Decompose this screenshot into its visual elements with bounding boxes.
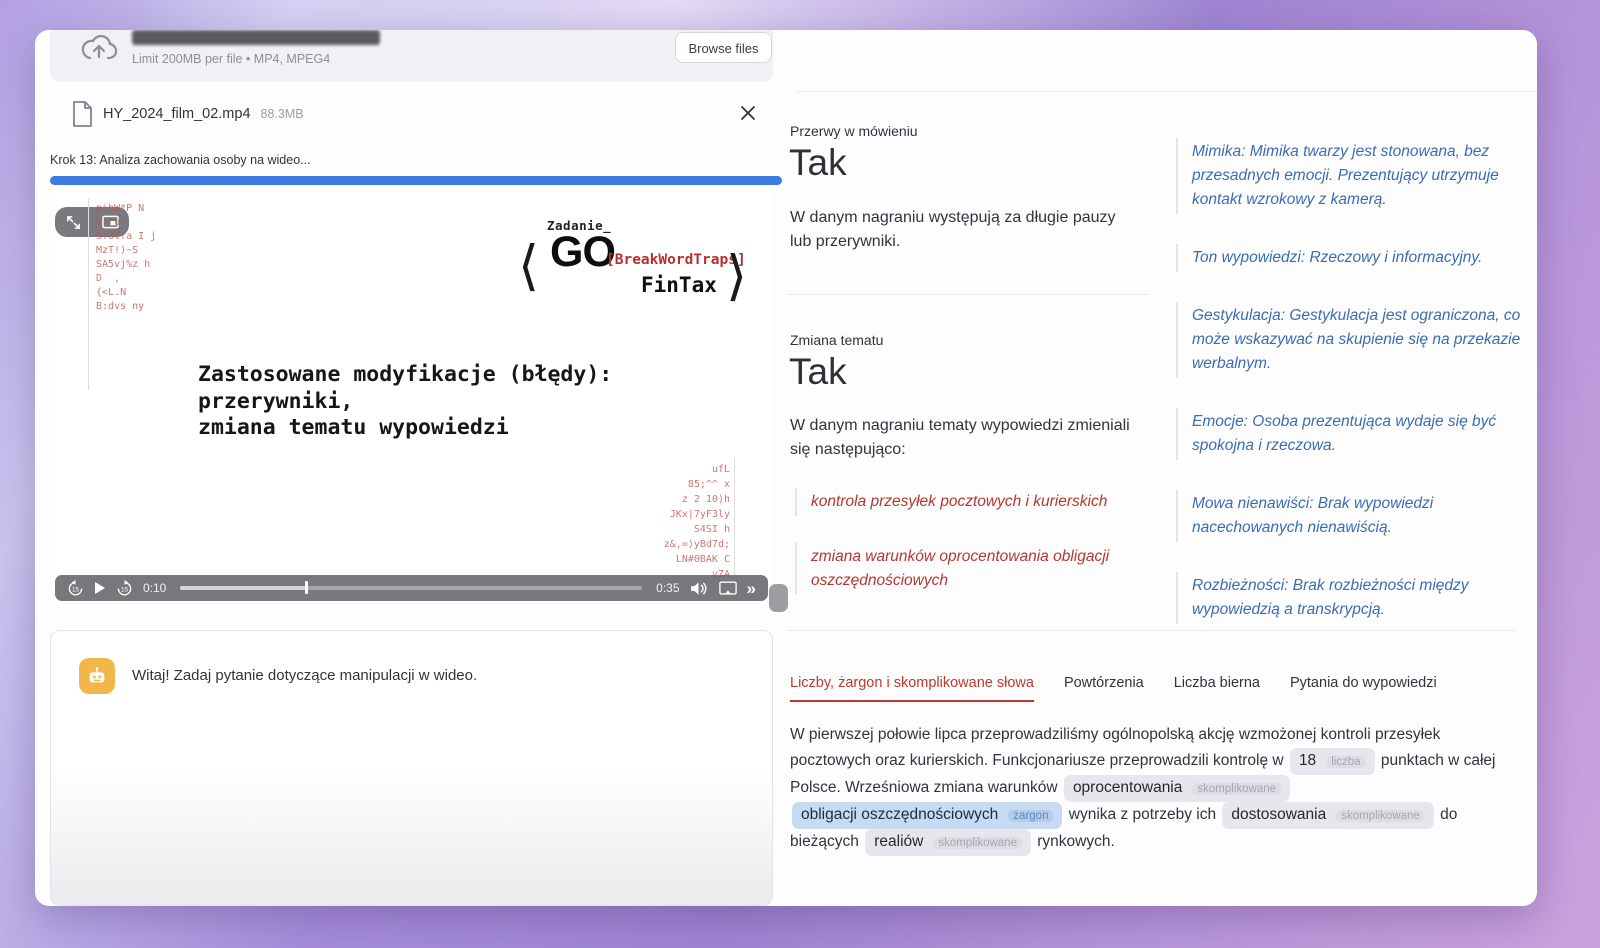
glitch-ruler-left	[88, 198, 89, 390]
logo-left-bracket: ⟨	[518, 234, 539, 297]
video-control-bar: 15 15 0:10 0:35	[55, 575, 768, 601]
behavior-note: Ton wypowiedzi: Rzeczowy i informacyjny.	[1176, 244, 1528, 272]
analysis-tabs: Liczby, żargon i skomplikowane słowa Powt…	[790, 675, 1437, 702]
svg-text:15: 15	[72, 586, 80, 593]
seek-bar[interactable]	[180, 586, 642, 590]
browse-files-button[interactable]: Browse files	[675, 32, 772, 63]
modification-line: zmiana tematu wypowiedzi	[198, 415, 612, 442]
skip-icon[interactable]: »	[747, 580, 756, 597]
uploaded-file-size: 88.3MB	[261, 107, 304, 121]
behavior-note: Mimika: Mimika twarzy jest stonowana, be…	[1176, 138, 1528, 214]
remove-file-button[interactable]	[738, 103, 758, 123]
annotated-term-complex: realiówskomplikowane	[865, 829, 1031, 856]
glitch-line: {<L.N	[96, 286, 156, 300]
upload-cloud-icon	[80, 34, 118, 64]
topic-description: W danym nagraniu tematy wypowiedzi zmien…	[790, 414, 1140, 462]
tab[interactable]: Pytania do wypowiedzi	[1290, 675, 1437, 702]
glitch-text-left: pihW*P NG ^uSYUlfa I jMzT!)~SSA5vj%z hD …	[96, 202, 156, 314]
pauses-section-title: Przerwy w mówieniu	[790, 123, 918, 139]
behavior-note: Emocje: Osoba prezentująca wydaje się by…	[1176, 408, 1528, 460]
topic-quote: zmiana warunków oprocentowania obligacji…	[795, 543, 1125, 595]
glitch-line: MzT!)~S	[96, 244, 156, 258]
progress-status-text: Krok 13: Analiza zachowania osoby na wid…	[50, 153, 311, 167]
glitch-line: SYUlfa I j	[96, 230, 156, 244]
scrollbar-thumb[interactable]	[769, 584, 788, 612]
glitch-ruler-right	[734, 458, 735, 594]
file-uploader-dropzone[interactable]: Limit 200MB per file • MP4, MPEG4 Browse…	[50, 30, 773, 82]
topic-quotes: kontrola przesyłek pocztowych i kuriersk…	[795, 488, 1125, 622]
seek-bar-played	[180, 586, 305, 590]
glitch-line: pihW*P N	[96, 202, 156, 216]
glitch-line: LN#0BAK C	[628, 552, 730, 567]
modification-line: Zastosowane modyfikacje (błędy):	[198, 362, 612, 389]
robot-icon	[86, 665, 108, 687]
glitch-line: SA5vj%z h	[96, 258, 156, 272]
pauses-value: Tak	[789, 142, 847, 184]
modifications-text: Zastosowane modyfikacje (błędy):przerywn…	[198, 362, 612, 442]
behavior-note: Mowa nienawiści: Brak wypowiedzi nacecho…	[1176, 490, 1528, 542]
fullscreen-icon[interactable]	[66, 215, 81, 230]
annotated-term-jargon: obligacji oszczędnościowychżargon	[792, 802, 1062, 829]
dropzone-label-cropped	[132, 30, 380, 45]
file-icon	[72, 101, 93, 128]
glitch-line: z&,=)yBd7d;	[628, 537, 730, 552]
assistant-avatar	[79, 658, 115, 694]
video-player[interactable]: pihW*P NG ^uSYUlfa I jMzT!)~SSA5vj%z hD …	[50, 190, 773, 603]
play-icon[interactable]	[94, 581, 106, 595]
app-card: Limit 200MB per file • MP4, MPEG4 Browse…	[35, 30, 1537, 906]
topic-quote: kontrola przesyłek pocztowych i kuriersk…	[795, 488, 1125, 516]
behavior-note: Gestykulacja: Gestykulacja jest ogranicz…	[1176, 302, 1528, 378]
forward-15-icon[interactable]: 15	[116, 580, 133, 597]
glitch-text-right: ufL85;^^ xz 2 10)hJKx|7yF3lyS4SI hz&,=)y…	[628, 462, 730, 582]
topic-section-title: Zmiana tematu	[790, 332, 883, 348]
divider-bottom	[788, 630, 1515, 631]
modification-line: przerywniki,	[198, 389, 612, 416]
glitch-line: JKx|7yF3ly	[628, 507, 730, 522]
glitch-line: B:dvs ny	[96, 300, 156, 314]
tab[interactable]: Powtórzenia	[1064, 675, 1144, 702]
annotated-term-complex: dostosowaniaskomplikowane	[1222, 802, 1433, 829]
duration: 0:35	[656, 581, 679, 595]
glitch-line: G ^u	[96, 216, 156, 230]
svg-text:15: 15	[121, 586, 129, 593]
progress-bar	[50, 176, 782, 185]
behavior-note: Rozbieżności: Brak rozbieżności między w…	[1176, 572, 1528, 624]
tab[interactable]: Liczba bierna	[1174, 675, 1260, 702]
topic-value: Tak	[789, 351, 847, 393]
volume-icon[interactable]	[690, 581, 709, 596]
uploaded-file-name: HY_2024_film_02.mp488.3MB	[103, 106, 304, 122]
annotated-term-number: 18liczba	[1290, 748, 1375, 775]
glitch-line: z 2 10)h	[628, 492, 730, 507]
glitch-line: D ,	[96, 272, 156, 286]
transcript-text: W pierwszej połowie lipca przeprowadzili…	[790, 722, 1518, 856]
cast-icon[interactable]	[719, 581, 737, 596]
rewind-15-icon[interactable]: 15	[67, 580, 84, 597]
logo-product: FinTax	[641, 273, 717, 297]
upload-limit-text: Limit 200MB per file • MP4, MPEG4	[132, 52, 330, 66]
seek-bar-knob[interactable]	[305, 581, 308, 594]
logo-right-bracket: ⟩	[726, 244, 747, 307]
tab[interactable]: Liczby, żargon i skomplikowane słowa	[790, 675, 1034, 702]
glitch-line: 85;^^ x	[628, 477, 730, 492]
chat-welcome-message: Witaj! Zadaj pytanie dotyczące manipulac…	[132, 667, 477, 684]
logo-brand: [BreakWordTraps]	[606, 252, 746, 268]
current-time: 0:10	[143, 581, 166, 595]
glitch-line: S4SI h	[628, 522, 730, 537]
divider-sections	[788, 294, 1150, 295]
divider-top	[797, 91, 1537, 92]
behavior-notes: Mimika: Mimika twarzy jest stonowana, be…	[1176, 138, 1528, 654]
annotated-term-complex: oprocentowaniaskomplikowane	[1064, 775, 1290, 802]
glitch-line: ufL	[628, 462, 730, 477]
pauses-description: W danym nagraniu występują za długie pau…	[790, 206, 1130, 254]
